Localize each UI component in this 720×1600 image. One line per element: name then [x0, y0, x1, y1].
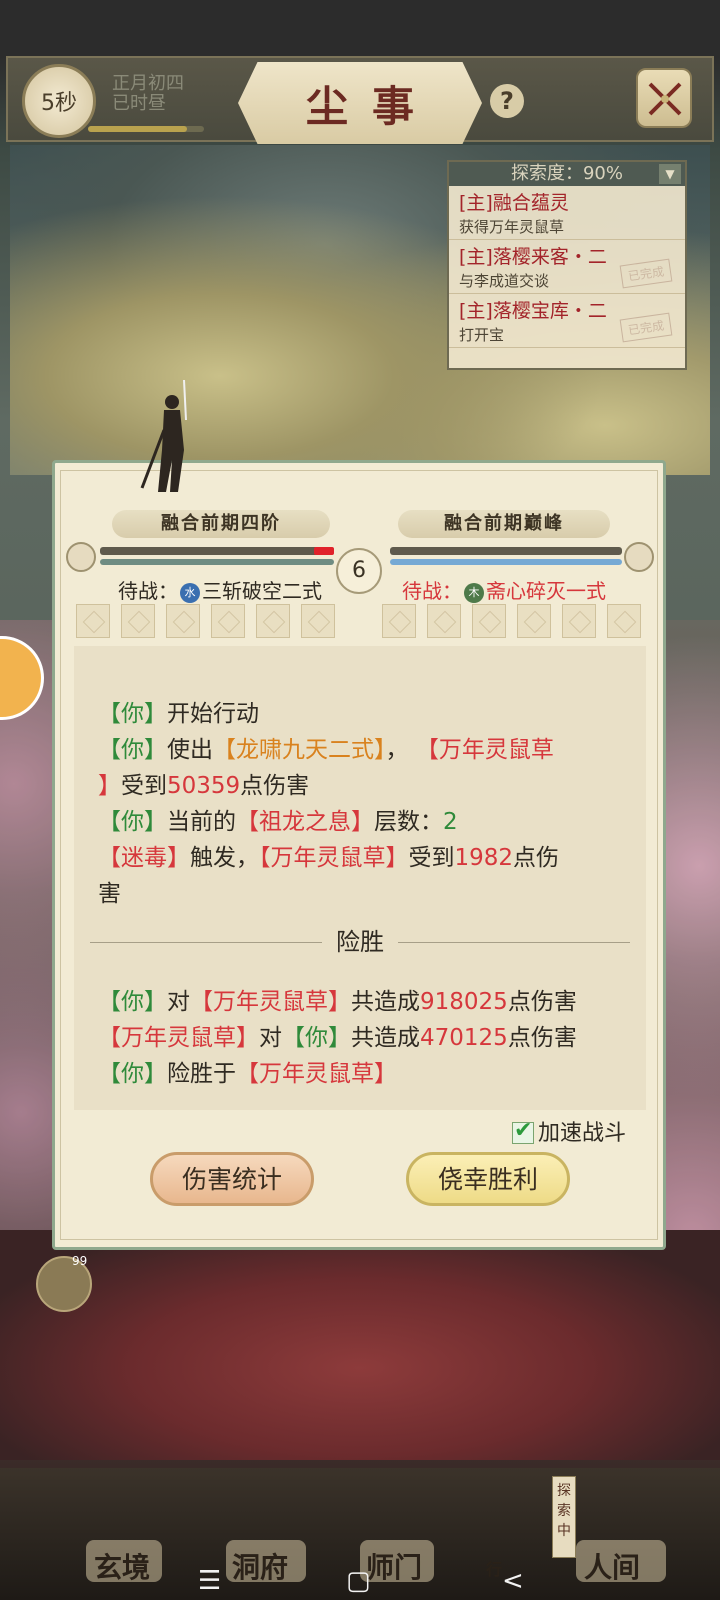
- skill-slot[interactable]: [517, 604, 551, 638]
- enemy-skill-slots: [382, 604, 641, 638]
- player-realm: 融合前期四阶: [112, 510, 330, 538]
- menu-icon[interactable]: ☰: [198, 1566, 221, 1596]
- wood-element-icon: 木: [464, 583, 484, 603]
- player-skill-slots: [76, 604, 335, 638]
- player-mana-bar: [100, 559, 334, 565]
- speed-label: 加速战斗: [538, 1121, 627, 1146]
- quest-item[interactable]: [主]落樱宝库・二 打开宝 已完成: [449, 294, 685, 348]
- player-silhouette: [140, 380, 187, 492]
- skill-name: 三斩破空二式: [202, 579, 322, 603]
- page-title: 尘事: [305, 81, 438, 131]
- quest-item[interactable]: [主]融合蕴灵 获得万年灵鼠草: [449, 186, 685, 240]
- game-date: 正月初四 已时昼: [112, 74, 184, 114]
- damage-stats-button[interactable]: 伤害统计: [150, 1152, 314, 1206]
- standby-label: 待战：: [118, 579, 178, 603]
- log-line: 【你】开始行动: [98, 701, 259, 727]
- enemy-hp-bar: [390, 547, 622, 555]
- crossed-swords-icon: [648, 82, 682, 116]
- skill-slot[interactable]: [301, 604, 335, 638]
- water-element-icon: 水: [180, 583, 200, 603]
- exploration-progress: 探索度：90%: [510, 163, 623, 184]
- system-nav-bar: ☰ ▢ <: [0, 1560, 720, 1600]
- quest-item[interactable]: [主]落樱来客・二 与李成道交谈 已完成: [449, 240, 685, 294]
- player-hp-bar: [100, 547, 334, 555]
- skill-slot[interactable]: [607, 604, 641, 638]
- quest-tracker[interactable]: 探索度：90% ▼ [主]融合蕴灵 获得万年灵鼠草 [主]落樱来客・二 与李成道…: [447, 160, 687, 370]
- chat-badge: 99: [72, 1254, 88, 1268]
- enemy-realm: 融合前期巅峰: [398, 510, 610, 538]
- skill-name: 斋心碎灭一式: [486, 579, 606, 603]
- result-divider: 险胜: [90, 924, 630, 960]
- summary-line: 【你】对【万年灵鼠草】共造成918025点伤害: [98, 989, 577, 1015]
- standby-label: 待战：: [402, 579, 462, 603]
- close-button[interactable]: [636, 68, 692, 128]
- skill-slot[interactable]: [256, 604, 290, 638]
- skill-slot[interactable]: [211, 604, 245, 638]
- victory-button[interactable]: 侥幸胜利: [406, 1152, 570, 1206]
- skill-slot[interactable]: [76, 604, 110, 638]
- log-line: 害: [98, 881, 121, 907]
- log-line: 【你】使出【龙啸九天二式】， 【万年灵鼠草: [98, 737, 554, 763]
- skill-slot[interactable]: [166, 604, 200, 638]
- battle-log[interactable]: 【你】开始行动 【你】使出【龙啸九天二式】， 【万年灵鼠草 】受到50359点伤…: [74, 646, 646, 1110]
- exploring-tag: 探索中: [552, 1476, 576, 1558]
- log-line: 【迷毒】触发，【万年灵鼠草】受到1982点伤: [98, 845, 560, 871]
- back-icon[interactable]: <: [502, 1566, 524, 1596]
- checkbox-checked-icon[interactable]: [512, 1117, 534, 1145]
- collapse-chevron-icon[interactable]: ▼: [659, 164, 681, 184]
- player-hp-fill: [314, 547, 334, 555]
- round-counter: 6: [336, 548, 382, 594]
- player-standby-skill: 待战：水三斩破空二式: [118, 578, 322, 604]
- home-icon[interactable]: ▢: [346, 1566, 371, 1596]
- date-line: 正月初四: [112, 73, 184, 94]
- timer-badge: 5秒: [22, 64, 96, 138]
- title-plate: 尘事: [238, 62, 482, 144]
- skill-slot[interactable]: [382, 604, 416, 638]
- skill-slot[interactable]: [427, 604, 461, 638]
- enemy-avatar[interactable]: [624, 542, 654, 572]
- help-button[interactable]: ?: [490, 84, 524, 118]
- player-avatar[interactable]: [66, 542, 96, 572]
- courtyard-floor: [0, 1230, 720, 1460]
- summary-line: 【万年灵鼠草】对【你】共造成470125点伤害: [98, 1025, 577, 1051]
- skill-slot[interactable]: [562, 604, 596, 638]
- enemy-mana-bar: [390, 559, 622, 565]
- battle-result: 险胜: [336, 928, 384, 956]
- day-progress-fill: [88, 126, 187, 132]
- exploration-header: 探索度：90% ▼: [449, 162, 685, 186]
- speed-battle-toggle[interactable]: 加速战斗: [512, 1117, 627, 1148]
- log-line: 】受到50359点伤害: [98, 773, 310, 799]
- time-line: 已时昼: [112, 93, 166, 114]
- quest-title: [主]融合蕴灵: [459, 192, 569, 214]
- quest-desc: 获得万年灵鼠草: [459, 218, 565, 236]
- skill-slot[interactable]: [121, 604, 155, 638]
- day-progress-bar: [88, 126, 204, 132]
- log-line: 【你】当前的【祖龙之息】层数：2: [98, 809, 458, 835]
- summary-line: 【你】险胜于【万年灵鼠草】: [98, 1061, 397, 1087]
- skill-slot[interactable]: [472, 604, 506, 638]
- enemy-standby-skill: 待战：木斋心碎灭一式: [402, 578, 606, 604]
